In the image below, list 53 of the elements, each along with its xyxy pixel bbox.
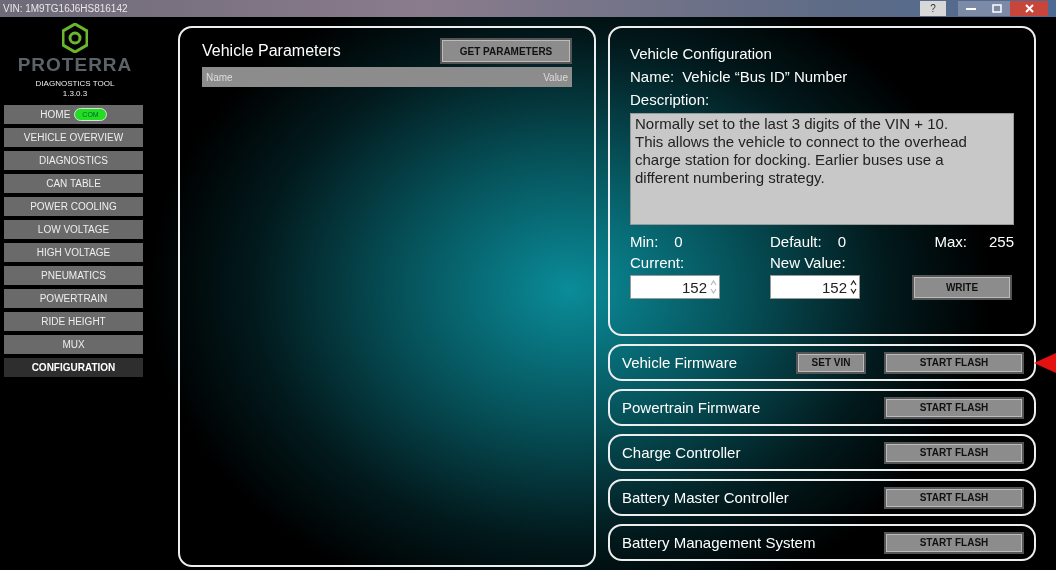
parameter-name: Vehicle “Bus ID” Number <box>682 68 848 85</box>
number-field[interactable]: 152 <box>770 275 860 299</box>
nav-item[interactable]: PNEUMATICS <box>4 266 143 285</box>
description-box: Normally set to the last 3 digits of the VIN + 10. This allows the vehicle to connect to the overhead charge station for docking. Earlier buses use a different numbering strategy. <box>630 113 1014 225</box>
field-label: Max: <box>934 233 967 250</box>
minimize-button[interactable] <box>958 1 984 16</box>
field-label: Min: <box>630 233 659 250</box>
nav-item[interactable]: POWER COOLING <box>4 197 143 216</box>
column-header: Name <box>206 71 233 83</box>
action-button[interactable]: START FLASH <box>884 486 1024 509</box>
brand-name: PROTERRA <box>17 54 133 76</box>
action-button[interactable]: START FLASH <box>884 396 1024 419</box>
firmware-name: Battery Master Controller <box>622 489 790 506</box>
nav-item[interactable]: LOW VOLTAGE <box>4 220 143 239</box>
firmware-name: Powertrain Firmware <box>622 399 762 416</box>
nav-item[interactable]: POWERTRAIN <box>4 289 143 308</box>
nav-item[interactable]: RIDE HEIGHT <box>4 312 143 331</box>
nav-item[interactable]: MUX <box>4 335 143 354</box>
firmware-name: Battery Management System <box>622 534 817 551</box>
version-label: 1.3.0.3 <box>62 89 88 98</box>
nav-item[interactable]: DIAGNOSTICS <box>4 151 143 170</box>
nav-item[interactable]: CAN TABLE <box>4 174 143 193</box>
spinner-icon[interactable] <box>850 279 857 295</box>
action-button[interactable]: SET VIN <box>796 351 866 374</box>
nav-item[interactable]: CONFIGURATION <box>4 358 143 377</box>
column-header: Value <box>543 71 568 83</box>
window-title: VIN: 1M9TG16J6HS816142 <box>2 3 129 14</box>
action-button[interactable]: START FLASH <box>884 441 1024 464</box>
get-parameters-button[interactable]: GET PARAMETERS <box>440 38 572 64</box>
max-value: 255 <box>988 233 1014 250</box>
action-button[interactable]: START FLASH <box>884 351 1024 374</box>
default-value: 0 <box>837 233 847 250</box>
logo-icon <box>62 23 88 53</box>
field-label: New Value: <box>770 254 847 271</box>
app-subtitle: DIAGNOSTICS TOOL <box>35 79 115 88</box>
nav-item[interactable]: VEHICLE OVERVIEW <box>4 128 143 147</box>
firmware-name: Vehicle Firmware <box>622 354 739 371</box>
field-label: Description: <box>630 91 710 108</box>
action-button[interactable]: START FLASH <box>884 531 1024 554</box>
field-label: Name: <box>630 68 675 85</box>
close-button[interactable] <box>1010 1 1048 16</box>
field-label: Default: <box>770 233 822 250</box>
help-button[interactable]: ? <box>920 1 946 16</box>
maximize-button[interactable] <box>984 1 1010 16</box>
maximize-icon <box>992 4 1002 13</box>
min-value: 0 <box>674 233 683 250</box>
write-button[interactable]: WRITE <box>912 275 1012 300</box>
panel-title: Vehicle Configuration <box>630 45 772 62</box>
panel-title: Vehicle Parameters <box>202 42 341 60</box>
firmware-name: Charge Controller <box>622 444 742 461</box>
close-icon <box>1024 4 1034 13</box>
field-label: Current: <box>630 254 686 271</box>
nav-item[interactable]: HIGH VOLTAGE <box>4 243 143 262</box>
